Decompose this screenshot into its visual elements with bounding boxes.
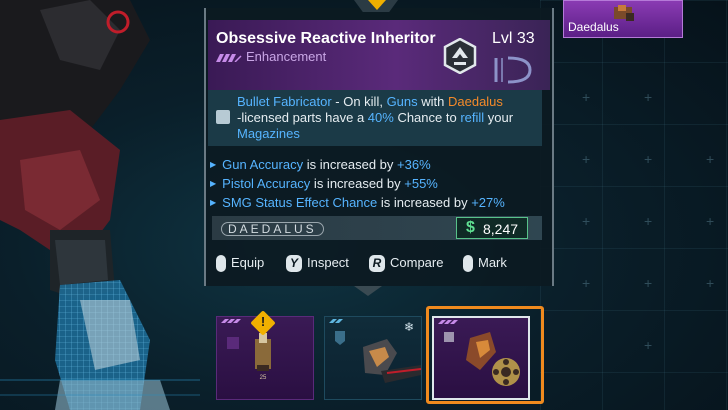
- perk-keyword: refill: [460, 110, 485, 125]
- warning-mark: !: [260, 314, 266, 329]
- item-level: Lvl 33: [492, 30, 535, 47]
- manufacturer-mark-icon: [494, 56, 532, 84]
- stat-name: SMG Status Effect Chance: [222, 195, 378, 210]
- stat-name: Pistol Accuracy: [222, 176, 311, 191]
- mark-action[interactable]: Mark: [463, 255, 507, 273]
- left-mouse-icon: [216, 255, 226, 273]
- perk-text: with: [417, 94, 448, 109]
- stat-line: ▶ Gun Accuracy is increased by +36%: [210, 157, 431, 172]
- grid-cross: +: [582, 213, 591, 229]
- right-mouse-icon: [463, 255, 473, 273]
- perk-chance: 40%: [367, 110, 394, 125]
- perk-keyword: Magazines: [237, 126, 300, 141]
- perk-text: your: [484, 110, 514, 125]
- bullet-icon: ▶: [210, 198, 217, 207]
- equip-action[interactable]: Equip: [216, 255, 265, 273]
- manufacturer-logo: DAEDALUS: [221, 222, 324, 236]
- action-label: Mark: [478, 255, 507, 270]
- r-key-icon: R: [369, 255, 385, 273]
- background-grid: [540, 0, 728, 410]
- equipped-item-card[interactable]: Daedalus: [563, 0, 683, 38]
- grid-cross: +: [582, 89, 591, 105]
- grid-cross: +: [644, 275, 653, 291]
- grid-cross: +: [706, 151, 715, 167]
- panel-notch: [354, 286, 382, 296]
- enhancement-emblem-icon: [443, 38, 477, 74]
- slot-sub-label: 25: [260, 375, 267, 381]
- inspect-action[interactable]: Y Inspect: [286, 255, 349, 273]
- perk-keyword: Guns: [386, 94, 418, 109]
- character-model: [0, 0, 200, 410]
- stat-name: Gun Accuracy: [222, 157, 304, 172]
- grid-cross: +: [582, 151, 591, 167]
- perk-text: -licensed parts have a: [237, 110, 368, 125]
- action-label: Compare: [390, 255, 444, 270]
- grid-cross: +: [644, 213, 653, 229]
- snowflake-icon: ❄: [404, 320, 415, 334]
- equipped-manufacturer-label: Daedalus: [568, 20, 619, 34]
- perk-icon: [216, 110, 230, 124]
- perk-text: Chance to: [393, 110, 461, 125]
- rarity-bars-icon: [216, 54, 242, 62]
- grid-cross: +: [644, 337, 653, 353]
- stat-value: +36%: [397, 157, 431, 172]
- grid-cross: +: [582, 275, 591, 291]
- stat-value: +55%: [404, 176, 438, 191]
- item-name: Obsessive Reactive Inheritor: [216, 30, 436, 47]
- y-key-icon: Y: [286, 255, 302, 273]
- stat-text: is increased by: [310, 176, 405, 191]
- bullet-icon: ▶: [210, 160, 217, 169]
- stat-line: ▶ Pistol Accuracy is increased by +55%: [210, 176, 438, 191]
- grid-cross: +: [644, 151, 653, 167]
- perk-manufacturer: Daedalus: [447, 94, 503, 109]
- perk-text: - On kill,: [331, 94, 387, 109]
- selection-highlight: [426, 306, 544, 404]
- stat-text: is increased by: [377, 195, 472, 210]
- perk-description: Bullet Fabricator - On kill, Guns with D…: [237, 94, 537, 142]
- action-label: Inspect: [307, 255, 349, 270]
- grid-cross: +: [644, 89, 653, 105]
- grid-cross: +: [706, 275, 715, 291]
- price-value: 8,247: [483, 221, 519, 237]
- action-label: Equip: [231, 255, 265, 270]
- currency-icon: $: [466, 219, 475, 236]
- perk-name: Bullet Fabricator: [237, 94, 332, 109]
- stat-value: +27%: [471, 195, 505, 210]
- grid-cross: +: [706, 213, 715, 229]
- bullet-icon: ▶: [210, 179, 217, 188]
- stat-text: is increased by: [303, 157, 398, 172]
- compare-action[interactable]: R Compare: [369, 255, 444, 273]
- stat-line: ▶ SMG Status Effect Chance is increased b…: [210, 195, 505, 210]
- item-type: Enhancement: [246, 49, 327, 64]
